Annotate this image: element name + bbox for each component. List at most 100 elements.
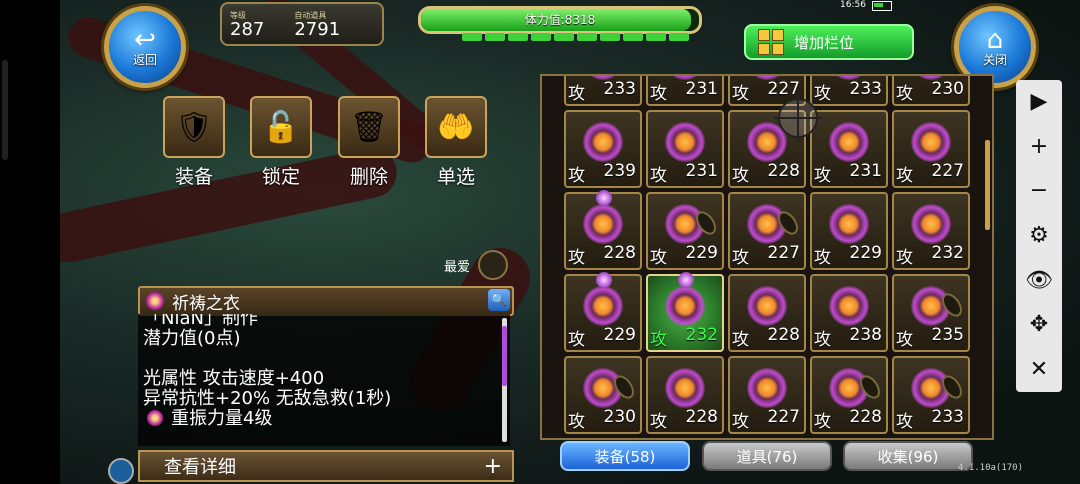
resonance-text: 重振力量4级 (171, 408, 273, 429)
action-2[interactable]: 🗑 删除 (338, 96, 400, 189)
slot-label: 攻 228 (732, 325, 800, 350)
inventory-slot[interactable]: 攻 233 (564, 76, 642, 106)
inventory-slot[interactable]: 攻 230 (892, 76, 970, 106)
inventory-slot[interactable]: 攻 232 (646, 272, 724, 352)
inventory-slot[interactable]: 攻 231 (646, 110, 724, 188)
attack-label: 攻 (568, 330, 585, 350)
slot-label: 攻 231 (650, 161, 718, 186)
inventory-slot[interactable]: 攻 233 (892, 356, 970, 434)
attack-value: 227 (931, 161, 964, 181)
attack-value: 233 (849, 79, 882, 99)
attack-label: 攻 (814, 84, 831, 104)
ring-icon (911, 122, 951, 162)
home-icon: ⌂ (986, 25, 1004, 55)
gem-icon (678, 272, 694, 288)
attack-label: 攻 (896, 166, 913, 186)
slot-label: 攻 228 (732, 161, 800, 186)
ring-icon (829, 286, 869, 326)
attack-label: 攻 (814, 412, 831, 432)
ring-icon (747, 286, 787, 326)
attack-value: 228 (767, 325, 800, 345)
inventory-slot[interactable]: 攻 231 (810, 110, 888, 188)
favorite-toggle[interactable]: 最爱 (444, 250, 509, 280)
attack-value: 229 (849, 243, 882, 263)
inventory-slot[interactable]: 攻 230 (564, 356, 642, 434)
inventory-slot[interactable]: 攻 238 (810, 274, 888, 352)
action-1[interactable]: 🔓 锁定 (250, 96, 312, 189)
inventory-slot[interactable]: 攻 239 (564, 110, 642, 188)
lock-icon: 🔓 (250, 96, 312, 158)
slot-label: 攻 227 (896, 161, 964, 186)
inventory-slot[interactable]: 攻 232 (892, 192, 970, 270)
slot-label: 攻 230 (568, 407, 636, 432)
inventory-panel[interactable]: 攻 233 攻 231 攻 227 攻 233 攻 230 攻 239 攻 231 攻 228 攻 231 攻 227… (540, 74, 994, 440)
tab-2[interactable]: 收集(96) (843, 441, 973, 471)
auto-item-stat[interactable]: 自动道具 2791 (294, 10, 340, 39)
back-button[interactable]: ↩ 返回 (104, 6, 186, 88)
ring-icon (911, 204, 951, 244)
attack-label: 攻 (896, 84, 913, 104)
chat-orb-icon[interactable] (108, 458, 134, 484)
settings-icon[interactable]: ⚙ (1029, 224, 1049, 247)
close-icon[interactable]: ✕ (1030, 358, 1048, 381)
slot-label: 攻 235 (896, 325, 964, 350)
attack-label: 攻 (896, 248, 913, 268)
action-3[interactable]: 🤲 单选 (425, 96, 487, 189)
inventory-slot[interactable]: 攻 227 (728, 356, 806, 434)
slot-label: 攻 239 (568, 161, 636, 186)
inventory-slot[interactable]: 攻 229 (564, 272, 642, 352)
attack-label: 攻 (650, 330, 667, 350)
zoom-out-icon[interactable]: − (1030, 180, 1048, 202)
attack-label: 攻 (650, 412, 667, 432)
floating-toolbar: ▶ + − ⚙ 👁 ✥ ✕ (1016, 80, 1062, 392)
attack-label: 攻 (732, 412, 749, 432)
slot-label: 攻 229 (568, 325, 636, 350)
attack-label: 攻 (732, 248, 749, 268)
status-bar: 16:56 (840, 0, 892, 12)
attack-label: 攻 (568, 412, 585, 432)
detail-line (143, 349, 510, 369)
inventory-slot[interactable]: 攻 227 (728, 192, 806, 270)
inventory-slot[interactable]: 攻 231 (646, 76, 724, 106)
play-icon[interactable]: ▶ (1031, 91, 1048, 113)
item-detail-body[interactable]: 「NiaN」制作 潜力值(0点) 光属性 攻击速度+400 异常抗性+20% 无敌急救… (138, 314, 510, 446)
back-arrow-icon: ↩ (134, 25, 156, 55)
attack-value: 232 (931, 243, 964, 263)
inventory-slot[interactable]: 攻 228 (810, 356, 888, 434)
inventory-slot[interactable]: 攻 227 (892, 110, 970, 188)
inventory-scrollbar[interactable] (985, 140, 990, 230)
detail-scrollbar[interactable] (502, 318, 507, 442)
magnifier-button[interactable]: 🔍 (488, 289, 510, 311)
ring-icon (747, 368, 787, 408)
slot-label: 攻 233 (568, 79, 636, 104)
inventory-slot[interactable]: 攻 233 (810, 76, 888, 106)
attack-value: 230 (931, 79, 964, 99)
attack-value: 238 (849, 325, 882, 345)
inventory-slot[interactable]: 攻 228 (646, 356, 724, 434)
view-details-button[interactable]: 查看详细 + (138, 450, 514, 482)
tab-1[interactable]: 道具(76) (702, 441, 832, 471)
tab-0[interactable]: 装备(58) (560, 441, 690, 471)
zoom-in-icon[interactable]: + (1030, 135, 1048, 158)
action-0[interactable]: 🛡 装备 (163, 96, 225, 189)
attack-label: 攻 (814, 330, 831, 350)
resonance-line: 重振力量4级 (143, 409, 510, 429)
ring-icon (665, 122, 705, 162)
attack-label: 攻 (568, 166, 585, 186)
attack-value: 228 (685, 407, 718, 427)
attack-value: 228 (767, 161, 800, 181)
battery-icon (871, 1, 892, 11)
add-slot-button[interactable]: 增加栏位 (744, 24, 914, 60)
attack-value: 228 (603, 243, 636, 263)
attack-value: 233 (603, 79, 636, 99)
inventory-slot[interactable]: 攻 228 (728, 274, 806, 352)
inventory-slot[interactable]: 攻 229 (646, 192, 724, 270)
inventory-slot[interactable]: 攻 229 (810, 192, 888, 270)
detail-line: 光属性 攻击速度+400 (143, 368, 325, 389)
move-icon[interactable]: ✥ (1030, 314, 1048, 336)
attack-value: 227 (767, 243, 800, 263)
hide-icon[interactable]: 👁 (1025, 269, 1053, 292)
attack-label: 攻 (568, 248, 585, 268)
inventory-slot[interactable]: 攻 228 (564, 190, 642, 270)
inventory-slot[interactable]: 攻 235 (892, 274, 970, 352)
